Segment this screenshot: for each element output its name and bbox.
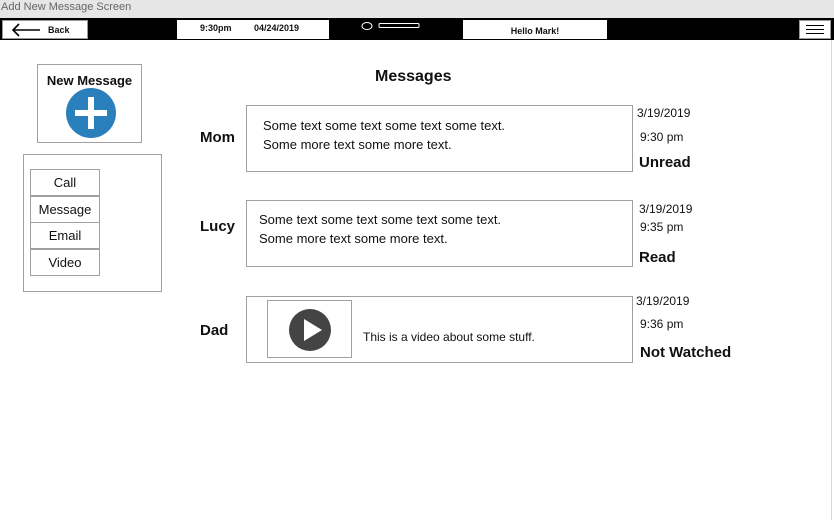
message-time: 9:35 pm — [640, 220, 684, 234]
page-title: Messages — [375, 68, 452, 85]
user-greeting: Hello Mark! — [463, 20, 607, 39]
call-button[interactable]: Call — [30, 169, 100, 196]
back-arrow-icon — [11, 23, 40, 37]
back-button[interactable]: Back — [2, 20, 88, 39]
sender-name: Mom — [200, 129, 235, 146]
message-date: 3/19/2019 — [636, 294, 690, 308]
message-text-line: Some more text some more text. — [263, 137, 452, 152]
message-text-line: Some text some text some text some text. — [263, 118, 506, 133]
window-title: Add New Message Screen — [0, 0, 834, 18]
video-caption: This is a video about some stuff. — [363, 330, 535, 344]
top-bar: Back 9:30pm 04/24/2019 Hello Mark! — [0, 18, 834, 40]
message-status: Unread — [639, 154, 691, 171]
back-label: Back — [48, 25, 70, 35]
message-item[interactable]: Some text some text some text some text.… — [246, 105, 633, 172]
email-button[interactable]: Email — [30, 222, 100, 249]
right-edge-divider — [831, 40, 832, 520]
new-message-button[interactable]: New Message — [37, 64, 142, 143]
sender-name: Lucy — [200, 218, 236, 235]
new-message-label: New Message — [46, 73, 133, 88]
clock-date: 04/24/2019 — [254, 23, 300, 33]
menu-button[interactable] — [799, 20, 831, 39]
message-item[interactable]: This is a video about some stuff. — [246, 296, 633, 363]
message-button[interactable]: Message — [30, 196, 100, 223]
plus-icon — [66, 88, 116, 138]
hamburger-menu-icon — [806, 25, 824, 34]
message-date: 3/19/2019 — [639, 202, 693, 216]
message-text-line: Some more text some more text. — [259, 231, 448, 246]
contact-actions-panel: Call Message Email Video — [23, 154, 162, 292]
datetime-display: 9:30pm 04/24/2019 — [177, 20, 329, 39]
message-item[interactable]: Some text some text some text some text.… — [246, 200, 633, 267]
message-time: 9:30 pm — [640, 130, 684, 144]
message-time: 9:36 pm — [640, 317, 684, 331]
message-status: Not Watched — [640, 344, 732, 361]
video-thumbnail[interactable] — [267, 300, 352, 358]
phone-sensor-icon — [361, 22, 420, 30]
play-icon — [289, 309, 331, 351]
sender-name: Dad — [200, 322, 229, 339]
message-text-line: Some text some text some text some text. — [259, 212, 502, 227]
message-status: Read — [639, 249, 676, 266]
message-date: 3/19/2019 — [637, 106, 691, 120]
clock-time: 9:30pm — [200, 23, 232, 33]
video-button[interactable]: Video — [30, 249, 100, 276]
